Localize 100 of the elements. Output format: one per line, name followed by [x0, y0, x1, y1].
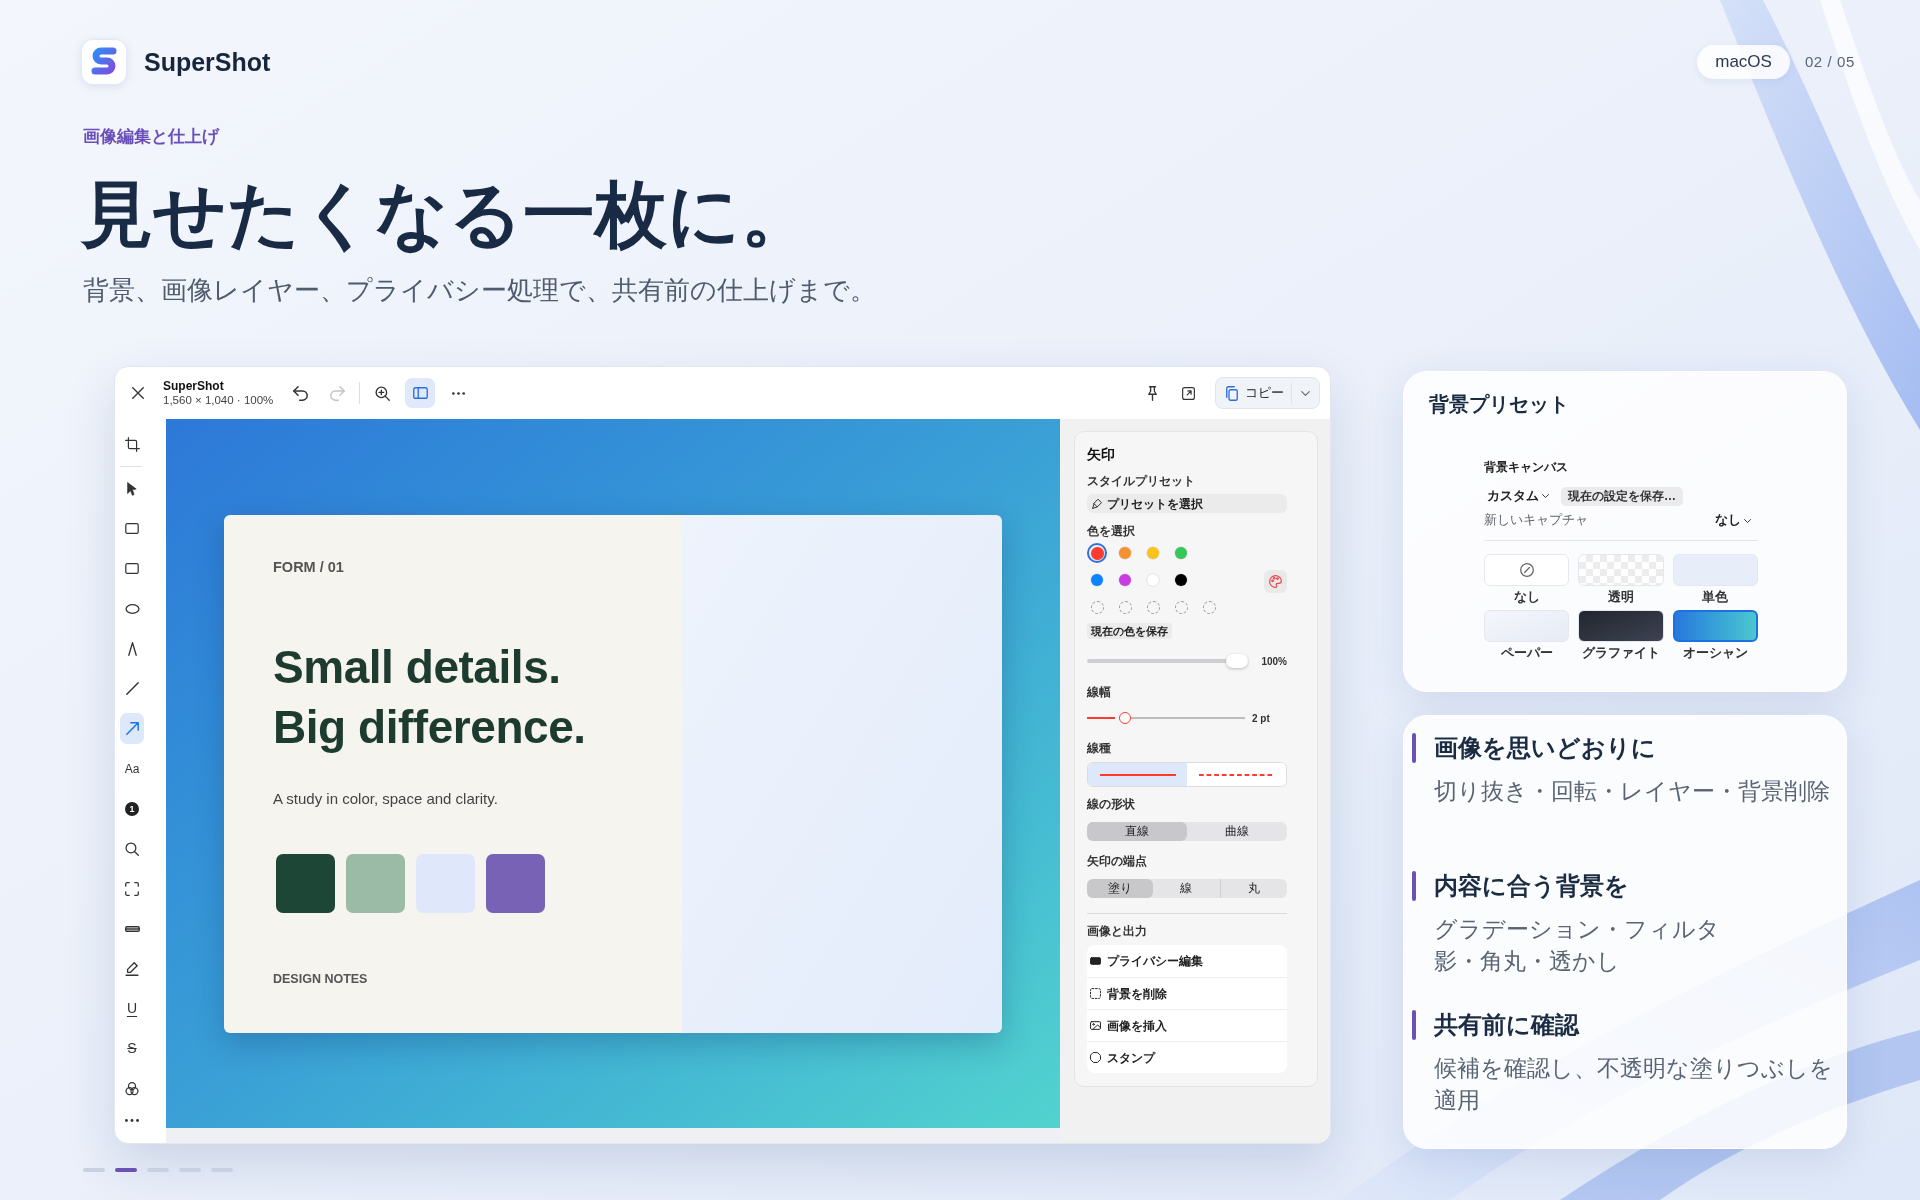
- accent-bar-icon: [1412, 871, 1416, 902]
- feature-title: 画像を思いどおりに: [1434, 733, 1656, 763]
- preset-label: 透明: [1608, 589, 1634, 605]
- underline-tool[interactable]: U: [120, 993, 144, 1024]
- slider-thumb[interactable]: [1226, 654, 1248, 668]
- crop-icon: [124, 437, 140, 452]
- document-label: FORM / 01: [273, 557, 344, 576]
- image-icon: [1090, 1021, 1101, 1030]
- action-menu-item[interactable]: プライバシー編集: [1087, 945, 1287, 977]
- hero-subtitle: 背景、画像レイヤー、プライバシー処理で、共有前の仕上げまで。: [83, 274, 876, 307]
- solid-line-icon: [1099, 773, 1176, 776]
- panel-heading: 背景キャンバス: [1484, 459, 1568, 475]
- redo-icon: [329, 385, 345, 401]
- stroke-width-value: 2 pt: [1252, 711, 1270, 726]
- save-color-button[interactable]: 現在の色を保存: [1087, 623, 1172, 639]
- pin-icon: [1147, 385, 1157, 401]
- undo-icon: [292, 385, 308, 401]
- rectangle-icon: [125, 563, 139, 574]
- feature-title: 共有前に確認: [1434, 1009, 1579, 1040]
- platform-badge: macOS: [1697, 45, 1790, 79]
- section-label: 画像と出力: [1087, 924, 1147, 938]
- dashed-line-icon: [1198, 773, 1275, 776]
- document-footer: DESIGN NOTES: [273, 970, 368, 987]
- accent-bar-icon: [1412, 1009, 1416, 1040]
- action-menu-item[interactable]: 画像を挿入: [1087, 1009, 1287, 1041]
- section-label: 線種: [1087, 741, 1111, 755]
- action-menu-item[interactable]: スタンプ: [1087, 1041, 1287, 1073]
- preset-label: グラファイト: [1582, 645, 1660, 661]
- chevron-down-icon: [1744, 518, 1751, 523]
- document-headline: Small details. Big difference.: [273, 639, 586, 755]
- brand-name: SuperShot: [144, 47, 271, 77]
- chevron-down-icon: [1301, 390, 1310, 396]
- accent-bar-icon: [1412, 733, 1416, 763]
- segment-option[interactable]: 直線: [1087, 822, 1187, 841]
- feature-description: 切り抜き・回転・レイヤー・背景削除: [1434, 778, 1831, 806]
- segment-option[interactable]: 塗り: [1087, 879, 1154, 898]
- arrow-square-icon: [1181, 386, 1195, 400]
- preset-select-button[interactable]: プリセットを選択: [1087, 494, 1287, 513]
- section-label: 矢印の端点: [1087, 854, 1147, 868]
- stroke-width-slider[interactable]: [1087, 712, 1245, 724]
- document-tagline: A study in color, space and clarity.: [273, 789, 498, 808]
- chevron-up-icon: [127, 641, 137, 656]
- ellipse-icon: [124, 603, 140, 614]
- copy-button[interactable]: コピー: [1215, 377, 1320, 409]
- section-label: 線幅: [1087, 685, 1111, 699]
- segment-option[interactable]: 丸: [1219, 879, 1287, 898]
- action-menu-item[interactable]: 背景を削除: [1087, 977, 1287, 1009]
- pencil-icon: [125, 961, 139, 976]
- slider-thumb[interactable]: [1119, 712, 1132, 724]
- no-symbol-icon: [1519, 563, 1534, 577]
- document-info: 1,560 × 1,040 · 100%: [163, 393, 274, 407]
- zoom-in-icon: [374, 385, 390, 401]
- corner-brackets-icon: [125, 881, 139, 896]
- more-icon: [451, 391, 465, 395]
- more-icon: [125, 1119, 139, 1122]
- cursor-icon: [127, 481, 137, 496]
- overlapping-circles-icon: [125, 1081, 139, 1096]
- save-settings-button[interactable]: 現在の設定を保存…: [1561, 486, 1683, 506]
- counter-tool[interactable]: 1: [120, 793, 144, 824]
- sidebar-toggle-button[interactable]: [405, 378, 435, 408]
- solid-line-option[interactable]: [1088, 763, 1187, 786]
- copy-icon: [1226, 385, 1238, 401]
- card-title: 背景プリセット: [1429, 392, 1569, 417]
- strikethrough-tool[interactable]: S: [120, 1033, 144, 1064]
- rectangle-icon: [125, 523, 139, 534]
- line-icon: [125, 682, 139, 695]
- chevron-down-icon: [1542, 494, 1549, 498]
- preset-label: 単色: [1702, 589, 1729, 605]
- filled-rectangle-icon: [1090, 957, 1101, 965]
- section-label: 線の形状: [1087, 797, 1135, 811]
- background-preset-tile[interactable]: [1672, 610, 1758, 642]
- pencil-icon: [1092, 498, 1102, 509]
- dashed-square-icon: [1090, 988, 1101, 999]
- segment-option[interactable]: 曲線: [1187, 822, 1287, 841]
- sidebar-icon: [412, 387, 428, 399]
- logo-icon: [81, 39, 127, 85]
- opacity-slider[interactable]: [1087, 654, 1248, 668]
- feature-description: グラデーション・フィルタ 影・角丸・透かし: [1434, 916, 1721, 977]
- opacity-value: 100%: [1261, 654, 1287, 669]
- preset-dropdown[interactable]: カスタム: [1487, 486, 1549, 506]
- section-label: 色を選択: [1087, 524, 1135, 538]
- preset-label: ペーパー: [1500, 645, 1553, 661]
- color-picker-button[interactable]: [1264, 570, 1287, 593]
- field-label: 新しいキャプチャ: [1484, 512, 1588, 530]
- arrow-tool[interactable]: [120, 713, 144, 744]
- feature-description: 候補を確認し、不透明な塗りつぶしを適用: [1434, 1054, 1834, 1115]
- rounded-bar-icon: [124, 925, 140, 932]
- section-label: スタイルプリセット: [1087, 474, 1195, 488]
- close-icon: [132, 387, 144, 399]
- text-tool[interactable]: Aa: [120, 753, 144, 784]
- page-counter: 02 / 05: [1804, 52, 1855, 72]
- hero-title: 見せたくなる一枚に。: [81, 173, 813, 256]
- octagon-icon: [1090, 1052, 1101, 1063]
- capture-dropdown[interactable]: なし: [1715, 511, 1751, 530]
- slide-indicator[interactable]: [115, 1168, 137, 1172]
- eyebrow-text: 画像編集と仕上げ: [83, 127, 219, 147]
- palette-icon: [1269, 575, 1282, 588]
- inspector-title: 矢印: [1087, 445, 1115, 464]
- feature-title: 内容に合う背景を: [1434, 871, 1629, 902]
- segment-option[interactable]: 線: [1153, 879, 1220, 898]
